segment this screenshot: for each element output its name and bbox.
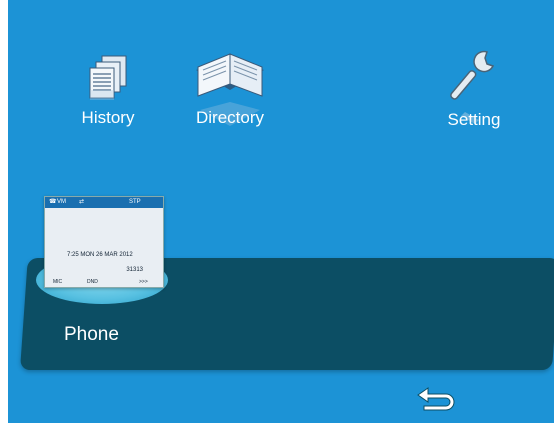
softkey-more: >>> [139,279,148,285]
history-documents-icon [89,55,127,100]
phone-number: 31313 [126,267,143,273]
phone-datetime: 7:25 MON 26 MAR 2012 [67,252,133,258]
forward-icon: ⇄ [79,199,85,205]
phone-screen-preview[interactable]: ☎ VM ⇄ STP 7:25 MON 26 MAR 2012 31313 MI… [44,196,164,288]
directory-label: Directory [195,108,264,127]
phone-status-bar: ☎ VM ⇄ STP [45,197,163,208]
softkey-mic: MIC [53,279,63,285]
setting-label: Setting [447,110,501,129]
handset-icon: ☎ [49,199,57,205]
back-button[interactable] [414,384,458,414]
app-directory[interactable]: Directory [180,40,280,128]
history-label: History [81,108,135,127]
softkey-dnd: DND [87,279,98,285]
phone-label[interactable]: Phone [64,324,119,346]
back-arrow-icon [417,387,455,411]
app-history[interactable]: History [68,54,148,128]
app-setting[interactable]: Setting [438,46,510,130]
voicemail-indicator: VM [57,199,66,205]
home-screen: History Directory Setting ☎ VM ⇄ STP 7:2… [8,0,554,423]
status-right-indicator: STP [129,199,141,205]
